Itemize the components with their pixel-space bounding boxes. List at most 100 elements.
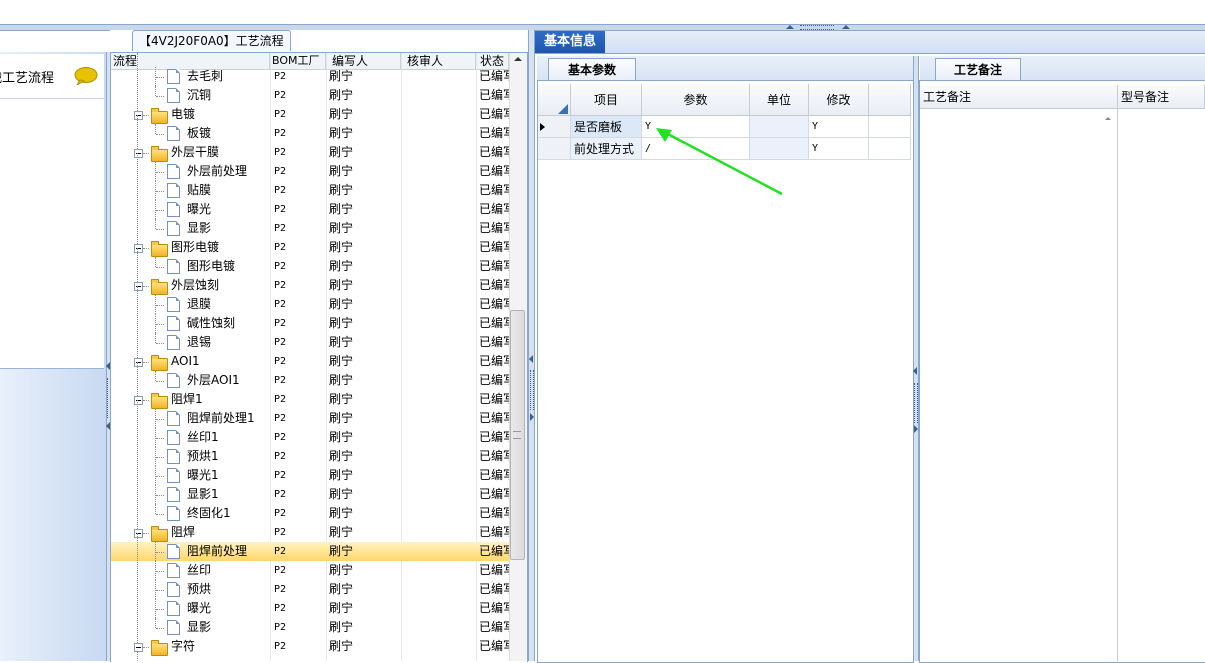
collapse-minus-icon[interactable] [134,643,143,652]
collapse-minus-icon[interactable] [134,396,143,405]
tab-basic-info[interactable]: 基本信息 [535,31,605,53]
tree-row[interactable]: 阻焊1 P2 刷宁 已编写 [111,390,509,409]
tree-row[interactable]: 显影1 P2 刷宁 已编写 [111,485,509,504]
collapse-minus-icon[interactable] [134,111,143,120]
folder-icon [151,146,168,162]
tree-cell-bom-factory: P2 [274,508,287,519]
tree-row[interactable]: 阻焊 P2 刷宁 已编写 [111,523,509,542]
tree-cell-status: 已编写 [479,563,509,577]
tree-row[interactable]: 碱性蚀刻 P2 刷宁 已编写 [111,314,509,333]
collapse-right-icon[interactable] [914,425,918,433]
tree-row[interactable]: 沉铜 P2 刷宁 已编写 [111,86,509,105]
tree-row[interactable]: 退膜 P2 刷宁 已编写 [111,295,509,314]
col-header-process-notes[interactable]: 工艺备注 [920,85,1118,109]
tree-row[interactable]: 曝光 P2 刷宁 已编写 [111,200,509,219]
tree-connector [156,514,164,515]
tree-row[interactable]: 终固化1 P2 刷宁 已编写 [111,504,509,523]
row-selector[interactable] [538,138,571,160]
tree-row[interactable]: 字符 P2 刷宁 已编写 [111,637,509,656]
collapse-minus-icon[interactable] [134,244,143,253]
tree-connector [137,286,138,358]
tree-row[interactable]: 曝光 P2 刷宁 已编写 [111,599,509,618]
tree-row[interactable]: 预烘 P2 刷宁 已编写 [111,580,509,599]
document-icon [167,506,180,521]
tree-row[interactable]: 显影 P2 刷宁 已编写 [111,219,509,238]
tree-row[interactable]: 预烘1 P2 刷宁 已编写 [111,447,509,466]
col-header-unit[interactable]: 单位 [750,84,809,116]
tree-connector [156,419,164,420]
collapse-left-icon[interactable] [913,367,917,375]
grid-cell-item[interactable]: 是否磨板 [571,116,642,138]
tree-connector [156,495,164,496]
col-header-model-notes[interactable]: 型号备注 [1118,85,1205,109]
document-icon [167,221,180,236]
collapse-left-icon[interactable] [529,355,533,363]
tab-process-notes[interactable]: 工艺备注 [935,58,1021,80]
tree-row[interactable]: 阻焊前处理1 P2 刷宁 已编写 [111,409,509,428]
tree-node-label: 字符 [171,639,196,653]
tree-cell-editor: 刷宁 [329,620,354,634]
tree-row[interactable]: 板镀 P2 刷宁 已编写 [111,124,509,143]
tree-row[interactable]: 阻焊前处理 P2 刷宁 已编写 [111,542,509,561]
splitter-grip-icon[interactable] [800,25,834,30]
tree-row[interactable]: 电镀 P2 刷宁 已编写 [111,105,509,124]
collapse-minus-icon[interactable] [134,529,143,538]
tree-cell-editor: 刷宁 [329,392,354,406]
col-header-param[interactable]: 参数 [642,84,750,116]
grid-cell-modify[interactable]: Y [809,138,869,160]
tree-connector [143,153,149,154]
collapse-right-icon[interactable] [530,413,534,421]
tree-connector [143,115,149,116]
tree-connector [155,257,156,267]
tree-row[interactable]: 外层蚀刻 P2 刷宁 已编写 [111,276,509,295]
tree-node-label: 阻焊前处理1 [187,411,255,425]
tree-cell-bom-factory: P2 [274,109,287,120]
tree-row[interactable]: 图形电镀 P2 刷宁 已编写 [111,238,509,257]
grid-cell-filler [869,116,911,138]
collapse-up-icon[interactable] [842,25,850,29]
scroll-up-icon[interactable] [514,57,522,61]
splitter-grip-icon[interactable] [530,370,534,410]
tab-basic-params[interactable]: 基本参数 [548,58,636,80]
tree-row[interactable]: 丝印 P2 刷宁 已编写 [111,561,509,580]
tree-row[interactable]: 显影 P2 刷宁 已编写 [111,618,509,637]
tree-cell-status: 已编写 [479,278,509,292]
tree-cell-bom-factory: P2 [274,356,287,367]
tree-cell-editor: 刷宁 [329,69,354,83]
collapse-minus-icon[interactable] [134,149,143,158]
tree-cell-status: 已编写 [479,354,509,368]
tree-node-label: 曝光 [187,202,212,216]
tree-node-label: 阻焊1 [171,392,203,406]
document-icon [167,449,180,464]
collapse-minus-icon[interactable] [134,282,143,291]
tree-row[interactable]: 图形电镀 P2 刷宁 已编写 [111,257,509,276]
tree-node-label: 退膜 [187,297,212,311]
tree-row[interactable]: 曝光1 P2 刷宁 已编写 [111,466,509,485]
tree-row[interactable]: 外层前处理 P2 刷宁 已编写 [111,162,509,181]
document-icon [167,88,180,103]
collapse-up-icon[interactable] [786,25,794,29]
tree-cell-editor: 刷宁 [329,468,354,482]
tree-cell-editor: 刷宁 [329,145,354,159]
tree-row[interactable]: 丝印1 P2 刷宁 已编写 [111,428,509,447]
col-header-item[interactable]: 项目 [571,84,642,116]
tree-connector [143,248,149,249]
tree-node-label: 预烘1 [187,449,219,463]
tree-row[interactable]: 外层AOI1 P2 刷宁 已编写 [111,371,509,390]
tree-row[interactable]: AOI1 P2 刷宁 已编写 [111,352,509,371]
tree-row[interactable]: 退锡 P2 刷宁 已编写 [111,333,509,352]
tree-row[interactable]: 去毛刺 P2 刷宁 已编写 [111,67,509,86]
tree-connector [143,286,149,287]
row-selector-header[interactable] [538,84,571,116]
tree-row[interactable]: 贴膜 P2 刷宁 已编写 [111,181,509,200]
grid-cell-item[interactable]: 前处理方式 [571,138,642,160]
splitter-grip-icon[interactable] [914,383,918,423]
middle-splitter[interactable] [528,30,535,661]
scroll-up-icon[interactable] [1105,117,1111,120]
row-selector[interactable] [538,116,571,138]
grid-cell-modify[interactable]: Y [809,116,869,138]
tree-row[interactable]: 外层干膜 P2 刷宁 已编写 [111,143,509,162]
collapse-minus-icon[interactable] [134,358,143,367]
col-header-modify[interactable]: 修改 [809,84,869,116]
tree-connector [156,628,164,629]
